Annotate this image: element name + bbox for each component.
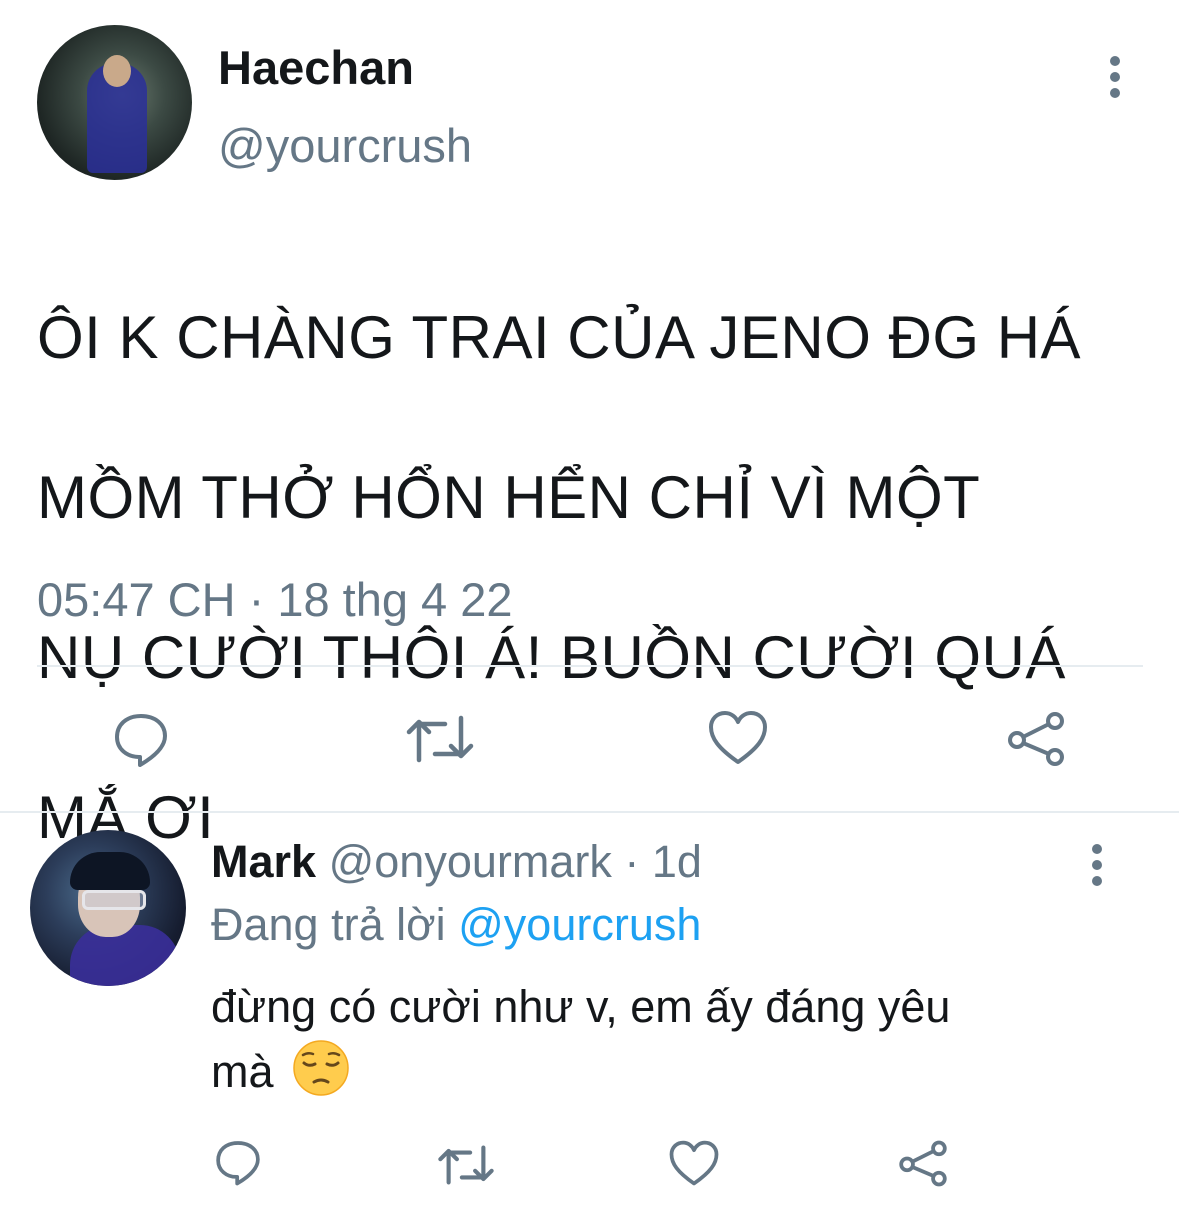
avatar-glasses	[82, 890, 146, 910]
more-options-icon[interactable]	[1091, 843, 1103, 887]
avatar-shirt	[70, 925, 180, 986]
main-display-name[interactable]: Haechan	[218, 40, 414, 96]
reply-tweet-line-2: mà	[211, 1039, 1111, 1104]
avatar-head	[103, 55, 131, 87]
reply-age[interactable]: 1d	[652, 836, 702, 887]
reply-tweet-text: đừng có cười như v, em ấy đáng yêu mà	[211, 975, 1111, 1104]
like-icon	[669, 1140, 719, 1186]
like-icon	[709, 711, 767, 764]
replying-to-mention[interactable]: @yourcrush	[458, 899, 701, 950]
reply-separator: ·	[611, 836, 652, 887]
main-tweet-line: MỒM THỞ HỔN HỂN CHỈ VÌ MỘT	[37, 464, 981, 531]
reply-handle[interactable]: @onyourmark	[329, 836, 612, 887]
like-button[interactable]	[708, 710, 768, 766]
retweet-button[interactable]	[437, 1141, 495, 1189]
share-icon	[899, 1140, 947, 1187]
replying-to-label: Đang trả lời	[211, 899, 459, 950]
share-button[interactable]	[897, 1139, 949, 1188]
share-button[interactable]	[1005, 710, 1067, 768]
divider	[37, 665, 1143, 667]
avatar-mark[interactable]	[30, 830, 186, 986]
reply-tweet-line: đừng có cười như v, em ấy đáng yêu	[211, 981, 951, 1032]
retweet-button[interactable]	[405, 710, 475, 768]
reply-icon	[216, 1141, 260, 1186]
share-icon	[1008, 712, 1064, 766]
more-options-icon[interactable]	[1109, 55, 1121, 99]
reply-button[interactable]	[214, 1138, 262, 1186]
divider	[0, 811, 1179, 813]
main-handle[interactable]: @yourcrush	[218, 118, 472, 174]
reply-icon	[115, 714, 167, 767]
main-timestamp[interactable]: 05:47 CH · 18 thg 4 22	[37, 570, 513, 630]
reply-display-name[interactable]: Mark	[211, 836, 316, 887]
like-button[interactable]	[669, 1140, 719, 1187]
retweet-icon	[406, 715, 474, 763]
replying-to: Đang trả lời @yourcrush	[211, 895, 701, 955]
avatar-haechan[interactable]	[37, 25, 192, 180]
avatar-hair	[70, 852, 150, 890]
reply-tweet-line-text: mà	[211, 1046, 274, 1097]
retweet-icon	[438, 1145, 494, 1185]
reply-header: Mark @onyourmark · 1d	[211, 832, 702, 892]
main-tweet-line: NỤ CƯỜI THÔI Á! BUỒN CƯỜI QUÁ	[37, 624, 1066, 691]
reply-button[interactable]	[112, 710, 170, 768]
pensive-face-emoji	[293, 1040, 349, 1096]
main-tweet-line: ÔI K CHÀNG TRAI CỦA JENO ĐG HÁ	[37, 304, 1082, 371]
